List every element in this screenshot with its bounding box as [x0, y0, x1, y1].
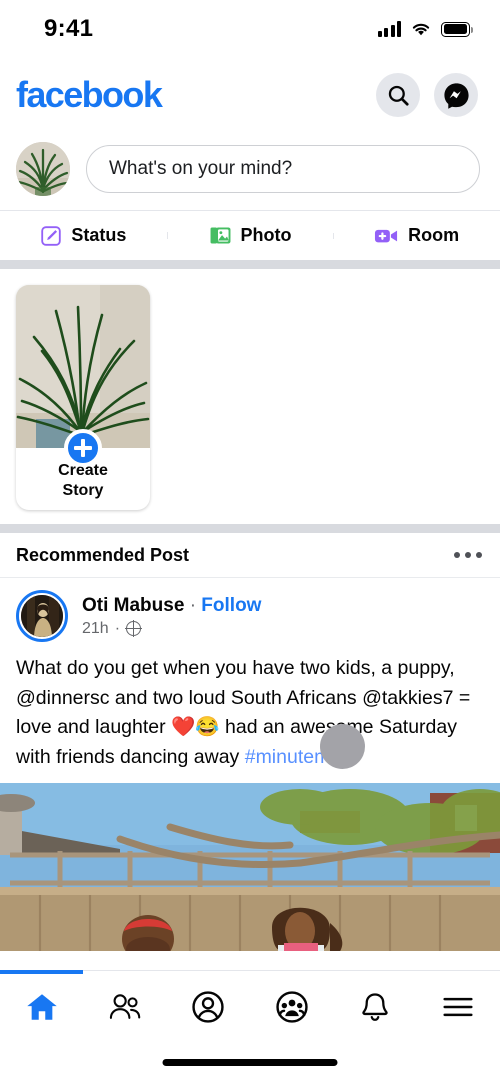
room-action-label: Room — [408, 225, 460, 245]
bell-icon — [362, 993, 388, 1021]
section-divider-2 — [0, 524, 500, 533]
author-portrait — [21, 595, 63, 637]
post-emoji: ❤️😂 — [171, 716, 220, 739]
messenger-button[interactable] — [434, 73, 478, 117]
story-placeholder — [320, 724, 365, 769]
post-timestamp: 21h — [82, 619, 109, 637]
friends-icon — [109, 994, 141, 1019]
composer-action-row: Status Photo Room — [0, 210, 500, 260]
status-bar: 9:41 — [0, 0, 500, 58]
avatar-plant-image — [16, 142, 70, 196]
post-author-avatar[interactable] — [16, 590, 68, 642]
post-author-line: Oti Mabuse · Follow — [82, 595, 261, 617]
nav-item-profile[interactable] — [167, 971, 250, 1043]
search-icon — [388, 85, 409, 106]
section-divider-1 — [0, 260, 500, 269]
post-media[interactable] — [0, 782, 500, 951]
room-action-button[interactable]: Room — [333, 225, 500, 247]
status-indicators — [377, 21, 474, 37]
composer-input[interactable]: What's on your mind? — [86, 145, 480, 193]
globe-public-icon — [125, 620, 142, 637]
post-author-name[interactable]: Oti Mabuse — [82, 595, 184, 616]
follow-button[interactable]: Follow — [201, 595, 261, 616]
stories-tray: Create Story — [0, 269, 500, 769]
create-story-card[interactable]: Create Story — [16, 285, 150, 510]
bottom-navigation — [0, 970, 500, 1080]
header-actions — [376, 73, 478, 117]
home-indicator-bar — [162, 1059, 338, 1066]
story-plant-photo — [16, 285, 150, 448]
nav-item-menu[interactable] — [417, 971, 500, 1043]
home-icon — [26, 994, 57, 1020]
status-action-label: Status — [71, 225, 127, 245]
post-name-separator: · — [189, 594, 197, 616]
groups-icon — [275, 991, 308, 1023]
hamburger-menu-icon — [443, 997, 473, 1017]
status-time: 9:41 — [44, 15, 94, 42]
facebook-mobile-screen: 9:41 facebook What's on your mind? Statu… — [0, 0, 500, 1080]
post-author-meta: Oti Mabuse · Follow 21h · — [82, 595, 261, 638]
photo-action-button[interactable]: Photo — [166, 224, 334, 247]
avatar[interactable] — [16, 142, 70, 196]
cellular-bars-icon — [377, 21, 401, 37]
battery-full-icon — [441, 21, 474, 37]
post-composer: What's on your mind? — [0, 132, 500, 210]
create-story-image — [16, 285, 150, 448]
post-author-avatar-image — [21, 595, 63, 637]
nav-item-home[interactable] — [0, 970, 84, 1043]
recommended-post-title: Recommended Post — [16, 544, 190, 565]
post-submeta: 21h · — [82, 620, 261, 638]
post-header: Oti Mabuse · Follow 21h · — [0, 578, 500, 650]
status-pencil-icon — [41, 225, 62, 246]
bottom-nav-items — [0, 970, 500, 1043]
photo-icon — [210, 227, 230, 244]
wifi-icon — [412, 23, 430, 36]
post-time-separator: · — [114, 619, 121, 637]
create-story-plus-button[interactable] — [64, 429, 102, 467]
nav-item-groups[interactable] — [250, 971, 333, 1043]
app-header: facebook — [0, 58, 500, 132]
room-video-icon — [375, 229, 398, 242]
facebook-logo[interactable]: facebook — [16, 77, 163, 113]
nav-item-friends[interactable] — [83, 971, 166, 1043]
composer-placeholder: What's on your mind? — [109, 158, 293, 179]
post-text: What do you get when you have two kids, … — [0, 650, 500, 783]
search-button[interactable] — [376, 73, 420, 117]
create-story-line2: Story — [62, 482, 104, 500]
profile-icon — [192, 991, 224, 1023]
more-options-icon[interactable] — [454, 552, 482, 558]
post-media-image — [0, 782, 500, 951]
photo-action-label: Photo — [240, 225, 292, 245]
nav-item-notifications[interactable] — [333, 971, 416, 1043]
status-action-button[interactable]: Status — [0, 225, 167, 247]
recommended-post-header: Recommended Post — [0, 533, 500, 578]
messenger-icon — [443, 82, 469, 109]
